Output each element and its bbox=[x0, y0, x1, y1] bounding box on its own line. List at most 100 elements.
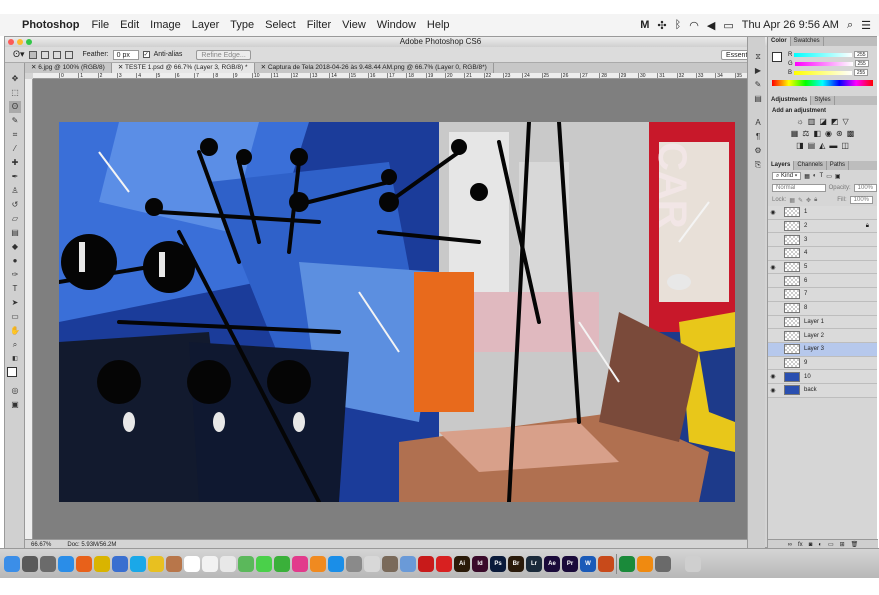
blur-tool-icon[interactable]: ◆ bbox=[9, 241, 21, 253]
layer-name[interactable]: 7 bbox=[804, 291, 807, 297]
foreground-background-swatch[interactable] bbox=[7, 367, 23, 383]
lasso-preset-icon[interactable]: ʘ▾ bbox=[13, 49, 25, 60]
calendar-icon[interactable] bbox=[184, 555, 200, 572]
tab-layers[interactable]: Layers bbox=[768, 161, 795, 170]
crop-tool-icon[interactable]: ⌗ bbox=[9, 129, 21, 141]
artwork-canvas[interactable]: CAR bbox=[59, 122, 735, 502]
brush-tool-icon[interactable]: ✒ bbox=[9, 171, 21, 183]
script-icon[interactable] bbox=[382, 555, 398, 572]
threshold-icon[interactable]: ◭ bbox=[819, 141, 825, 150]
battery-icon[interactable]: ▭ bbox=[723, 19, 733, 32]
quick-select-tool-icon[interactable]: ✎ bbox=[9, 115, 21, 127]
color-lookup-icon[interactable]: ▩ bbox=[847, 129, 855, 138]
posterize-icon[interactable]: ▤ bbox=[808, 141, 816, 150]
layer-row[interactable]: ◉ 5 bbox=[768, 261, 877, 275]
value-r[interactable]: 255 bbox=[854, 51, 869, 58]
type-tool-icon[interactable]: T bbox=[9, 283, 21, 295]
layer-name[interactable]: 4 bbox=[804, 250, 807, 256]
photoshop-icon[interactable]: Ps bbox=[490, 555, 506, 572]
skype-icon[interactable] bbox=[130, 555, 146, 572]
menu-filter[interactable]: Filter bbox=[307, 19, 331, 31]
antialias-checkbox[interactable]: ✓ bbox=[142, 51, 150, 58]
default-colors-icon[interactable]: ◧ bbox=[9, 353, 21, 365]
layer-row[interactable]: 6 bbox=[768, 274, 877, 289]
new-selection-icon[interactable] bbox=[28, 50, 37, 59]
menu-help[interactable]: Help bbox=[427, 19, 450, 31]
slider-b[interactable] bbox=[794, 70, 853, 75]
contacts-icon[interactable] bbox=[166, 555, 182, 572]
gradient-map-icon[interactable]: ▬ bbox=[829, 141, 837, 150]
layer-name[interactable]: 1 bbox=[804, 209, 807, 215]
layer-thumbnail[interactable] bbox=[784, 303, 800, 314]
filter-type-icon[interactable]: T bbox=[820, 173, 824, 179]
layer-name[interactable]: 3 bbox=[804, 237, 807, 243]
shape-tool-icon[interactable]: ▭ bbox=[9, 311, 21, 323]
volume-icon[interactable]: ◀ bbox=[707, 19, 715, 32]
trash-icon[interactable] bbox=[685, 555, 701, 572]
wifi-icon[interactable]: ◠ bbox=[689, 19, 699, 32]
layer-thumbnail[interactable] bbox=[784, 234, 800, 245]
excel-icon[interactable] bbox=[619, 555, 635, 572]
eraser-tool-icon[interactable]: ▱ bbox=[9, 213, 21, 225]
filter-adjustment-icon[interactable]: ◐ bbox=[813, 173, 817, 179]
color-spectrum-bar[interactable] bbox=[772, 80, 873, 86]
lock-position-icon[interactable]: ✥ bbox=[806, 197, 811, 204]
actions-panel-icon[interactable]: ▶ bbox=[752, 65, 764, 77]
layer-row[interactable]: 2 🔒︎ bbox=[768, 220, 877, 234]
layer-row[interactable]: 7 bbox=[768, 288, 877, 302]
paragraph-panel-icon[interactable]: ¶ bbox=[752, 131, 764, 143]
layer-row[interactable]: Layer 3 bbox=[768, 342, 877, 357]
brush-panel-icon[interactable]: ✎ bbox=[752, 79, 764, 91]
bridge-icon[interactable]: Br bbox=[508, 555, 524, 572]
layer-thumbnail[interactable] bbox=[784, 357, 800, 368]
text-edit-icon[interactable] bbox=[364, 555, 380, 572]
tab-teste-1[interactable]: ✕ TESTE 1.psd @ 66.7% (Layer 3, RGB/8) * bbox=[111, 63, 255, 73]
path-select-tool-icon[interactable]: ➤ bbox=[9, 297, 21, 309]
properties-panel-icon[interactable]: ▤ bbox=[752, 93, 764, 105]
layer-name[interactable]: 2 bbox=[804, 223, 807, 229]
curves-icon[interactable]: ◪ bbox=[819, 117, 827, 126]
filter-smart-icon[interactable]: ▣ bbox=[835, 173, 841, 180]
indesign-icon[interactable]: Id bbox=[472, 555, 488, 572]
notification-center-icon[interactable]: ☰ bbox=[861, 19, 871, 32]
layer-name[interactable]: Layer 2 bbox=[804, 333, 824, 339]
quick-mask-icon[interactable]: ◎ bbox=[9, 385, 21, 397]
clone-stamp-tool-icon[interactable]: ♙ bbox=[9, 185, 21, 197]
layer-row[interactable]: ◉ 1 bbox=[768, 206, 877, 220]
layer-thumbnail[interactable] bbox=[784, 316, 800, 327]
color-balance-icon[interactable]: ⚖ bbox=[802, 129, 809, 138]
tool-presets-panel-icon[interactable]: ⚙ bbox=[752, 145, 764, 157]
history-panel-icon[interactable]: ⧖ bbox=[752, 51, 764, 63]
lightroom-icon[interactable]: Lr bbox=[526, 555, 542, 572]
menu-edit[interactable]: Edit bbox=[120, 19, 139, 31]
menu-layer[interactable]: Layer bbox=[192, 19, 220, 31]
menu-view[interactable]: View bbox=[342, 19, 366, 31]
chrome-icon[interactable] bbox=[94, 555, 110, 572]
opacity-input[interactable]: 100% bbox=[853, 184, 877, 192]
slider-r[interactable] bbox=[794, 52, 853, 57]
menu-file[interactable]: File bbox=[91, 19, 109, 31]
menu-select[interactable]: Select bbox=[265, 19, 296, 31]
color-swatch[interactable] bbox=[772, 52, 782, 62]
premiere-icon[interactable]: Pr bbox=[562, 555, 578, 572]
subtract-selection-icon[interactable] bbox=[52, 50, 61, 59]
layer-row[interactable]: Layer 2 bbox=[768, 329, 877, 343]
facetime-icon[interactable] bbox=[274, 555, 290, 572]
menu-window[interactable]: Window bbox=[377, 19, 416, 31]
marquee-tool-icon[interactable]: ⬚ bbox=[9, 87, 21, 99]
layer-row[interactable]: 4 bbox=[768, 247, 877, 261]
value-g[interactable]: 255 bbox=[854, 60, 869, 67]
layer-name[interactable]: 8 bbox=[804, 305, 807, 311]
utility-icon[interactable] bbox=[655, 555, 671, 572]
notes-icon[interactable] bbox=[148, 555, 164, 572]
layer-row[interactable]: ◉ 10 bbox=[768, 370, 877, 384]
canvas-area[interactable]: CAR bbox=[33, 79, 765, 539]
visibility-eye-icon[interactable]: ◉ bbox=[768, 373, 778, 380]
visibility-eye-icon[interactable]: ◉ bbox=[768, 209, 778, 216]
ibooks-icon[interactable] bbox=[310, 555, 326, 572]
close-tab-icon[interactable]: ✕ bbox=[118, 64, 125, 71]
messages-icon[interactable] bbox=[256, 555, 272, 572]
layer-name[interactable]: 10 bbox=[804, 374, 811, 380]
acrobat-reader-icon[interactable] bbox=[436, 555, 452, 572]
tab-swatches[interactable]: Swatches bbox=[791, 37, 824, 46]
